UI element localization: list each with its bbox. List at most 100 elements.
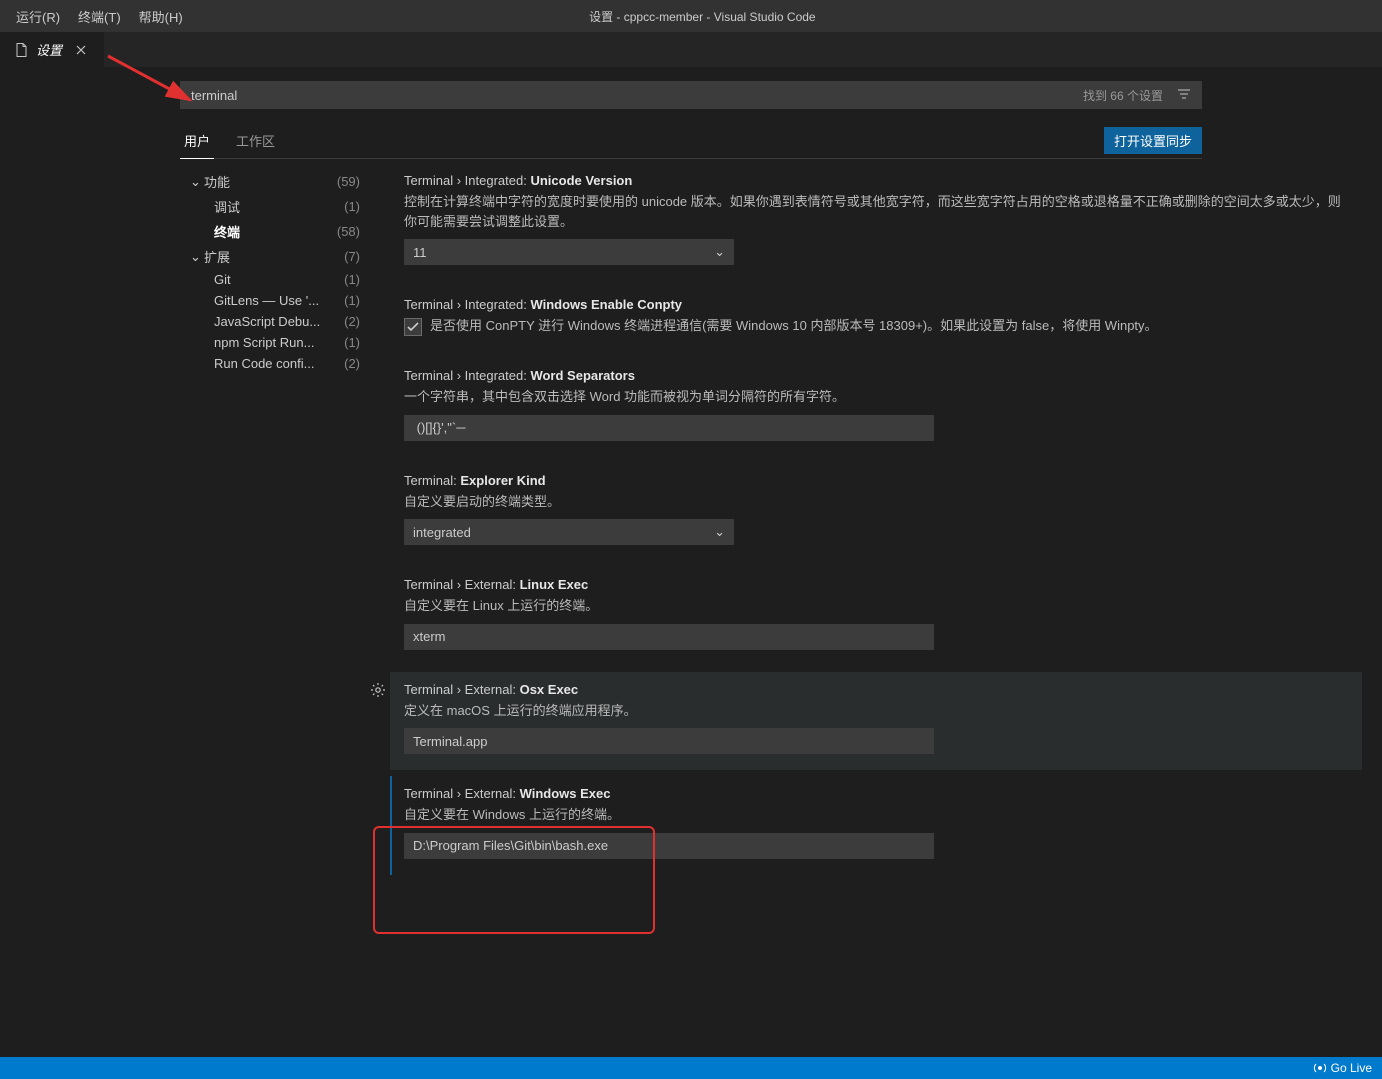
toc-debug[interactable]: 调试 (1) [186, 194, 364, 219]
toc-label: GitLens — Use '... [214, 293, 340, 308]
select-value: 11 [413, 245, 427, 260]
menu-run[interactable]: 运行(R) [8, 3, 68, 30]
word-separators-input[interactable] [404, 415, 934, 441]
gear-icon[interactable] [370, 682, 386, 698]
setting-prefix: Terminal: [404, 473, 460, 488]
setting-description: 自定义要在 Windows 上运行的终端。 [404, 805, 1348, 825]
chevron-down-icon: ⌄ [714, 244, 725, 260]
setting-windows-enable-conpty: Terminal › Integrated: Windows Enable Co… [390, 287, 1362, 352]
setting-name: Unicode Version [530, 173, 632, 188]
close-icon[interactable] [72, 41, 90, 59]
tab-settings[interactable]: 设置 [0, 32, 105, 67]
setting-name: Osx Exec [520, 682, 579, 697]
osx-exec-input[interactable] [404, 728, 934, 754]
windows-exec-input[interactable] [404, 833, 934, 859]
search-input[interactable] [181, 88, 1073, 103]
setting-title: Terminal › Integrated: Unicode Version [404, 173, 1348, 188]
toc-count: (58) [337, 224, 360, 239]
setting-description: 是否使用 ConPTY 进行 Windows 终端进程通信(需要 Windows… [430, 316, 1158, 336]
setting-description: 定义在 macOS 上运行的终端应用程序。 [404, 701, 1348, 721]
tab-label: 设置 [36, 40, 62, 59]
menubar: 运行(R) 终端(T) 帮助(H) [8, 3, 191, 30]
settings-search: 找到 66 个设置 [180, 81, 1202, 109]
scope-workspace[interactable]: 工作区 [232, 123, 279, 158]
go-live-label: Go Live [1331, 1061, 1372, 1075]
toc-label: 扩展 [204, 247, 340, 266]
toc-count: (1) [344, 272, 360, 287]
setting-description: 自定义要在 Linux 上运行的终端。 [404, 596, 1348, 616]
toc-jsdebug[interactable]: JavaScript Debu... (2) [186, 311, 364, 332]
chevron-down-icon: ⌄ [714, 524, 725, 540]
setting-name: Linux Exec [520, 577, 589, 592]
toc-features[interactable]: ⌄ 功能 (59) [186, 169, 364, 194]
toc-runcode[interactable]: Run Code confi... (2) [186, 353, 364, 374]
toc-npm[interactable]: npm Script Run... (1) [186, 332, 364, 353]
unicode-version-select[interactable]: 11 ⌄ [404, 239, 734, 265]
setting-explorer-kind: Terminal: Explorer Kind 自定义要启动的终端类型。 int… [390, 463, 1362, 562]
select-value: integrated [413, 525, 471, 540]
menu-terminal[interactable]: 终端(T) [70, 3, 129, 30]
toc-label: Run Code confi... [214, 356, 340, 371]
setting-title: Terminal › Integrated: Word Separators [404, 368, 1348, 383]
toc-count: (2) [344, 314, 360, 329]
toc-gitlens[interactable]: GitLens — Use '... (1) [186, 290, 364, 311]
toc-count: (2) [344, 356, 360, 371]
setting-title: Terminal › External: Osx Exec [404, 682, 1348, 697]
window-title: 设置 - cppcc-member - Visual Studio Code [191, 8, 1374, 25]
toc-count: (1) [344, 293, 360, 308]
go-live-button[interactable]: Go Live [1313, 1061, 1372, 1075]
toc-label: Git [214, 272, 340, 287]
toc-count: (59) [337, 174, 360, 189]
settings-toc[interactable]: ⌄ 功能 (59) 调试 (1) 终端 (58) ⌄ 扩展 (7) Git (1… [180, 159, 370, 921]
setting-linux-exec: Terminal › External: Linux Exec 自定义要在 Li… [390, 567, 1362, 666]
toc-label: 调试 [214, 197, 340, 216]
toc-count: (1) [344, 335, 360, 350]
scope-user[interactable]: 用户 [180, 123, 214, 159]
conpty-checkbox[interactable] [404, 318, 422, 336]
open-settings-sync-button[interactable]: 打开设置同步 [1104, 127, 1202, 154]
toc-label: JavaScript Debu... [214, 314, 340, 329]
linux-exec-input[interactable] [404, 624, 934, 650]
setting-description: 自定义要启动的终端类型。 [404, 492, 1348, 512]
editor-tabs: 设置 [0, 32, 1382, 67]
setting-prefix: Terminal › External: [404, 577, 520, 592]
setting-title: Terminal: Explorer Kind [404, 473, 1348, 488]
settings-editor: 找到 66 个设置 用户 工作区 打开设置同步 ⌄ 功能 (59) 调试 (1)… [0, 67, 1382, 921]
settings-scope-tabs: 用户 工作区 打开设置同步 [180, 123, 1202, 159]
toc-extensions[interactable]: ⌄ 扩展 (7) [186, 244, 364, 269]
setting-prefix: Terminal › External: [404, 786, 520, 801]
setting-name: Explorer Kind [460, 473, 545, 488]
explorer-kind-select[interactable]: integrated ⌄ [404, 519, 734, 545]
broadcast-icon [1313, 1061, 1327, 1075]
setting-prefix: Terminal › External: [404, 682, 520, 697]
titlebar: 运行(R) 终端(T) 帮助(H) 设置 - cppcc-member - Vi… [0, 0, 1382, 32]
chevron-down-icon: ⌄ [190, 174, 204, 190]
toc-label: 功能 [204, 172, 333, 191]
setting-name: Windows Exec [520, 786, 611, 801]
chevron-down-icon: ⌄ [190, 249, 204, 265]
toc-label: 终端 [214, 222, 333, 241]
toc-git[interactable]: Git (1) [186, 269, 364, 290]
setting-prefix: Terminal › Integrated: [404, 368, 530, 383]
setting-description: 一个字符串，其中包含双击选择 Word 功能而被视为单词分隔符的所有字符。 [404, 387, 1348, 407]
setting-word-separators: Terminal › Integrated: Word Separators 一… [390, 358, 1362, 457]
setting-title: Terminal › Integrated: Windows Enable Co… [404, 297, 1348, 312]
setting-title: Terminal › External: Windows Exec [404, 786, 1348, 801]
setting-name: Word Separators [530, 368, 635, 383]
setting-name: Windows Enable Conpty [530, 297, 682, 312]
toc-label: npm Script Run... [214, 335, 340, 350]
settings-list[interactable]: Terminal › Integrated: Unicode Version 控… [370, 159, 1382, 921]
toc-count: (7) [344, 249, 360, 264]
check-icon [406, 320, 420, 334]
file-icon [14, 42, 30, 58]
search-result-count: 找到 66 个设置 [1073, 87, 1173, 104]
setting-osx-exec: Terminal › External: Osx Exec 定义在 macOS … [390, 672, 1362, 771]
setting-windows-exec: Terminal › External: Windows Exec 自定义要在 … [390, 776, 1362, 875]
setting-unicode-version: Terminal › Integrated: Unicode Version 控… [390, 163, 1362, 281]
menu-help[interactable]: 帮助(H) [131, 3, 191, 30]
filter-icon[interactable] [1173, 84, 1195, 106]
statusbar: Go Live [0, 1057, 1382, 1079]
toc-count: (1) [344, 199, 360, 214]
setting-prefix: Terminal › Integrated: [404, 297, 530, 312]
toc-terminal[interactable]: 终端 (58) [186, 219, 364, 244]
